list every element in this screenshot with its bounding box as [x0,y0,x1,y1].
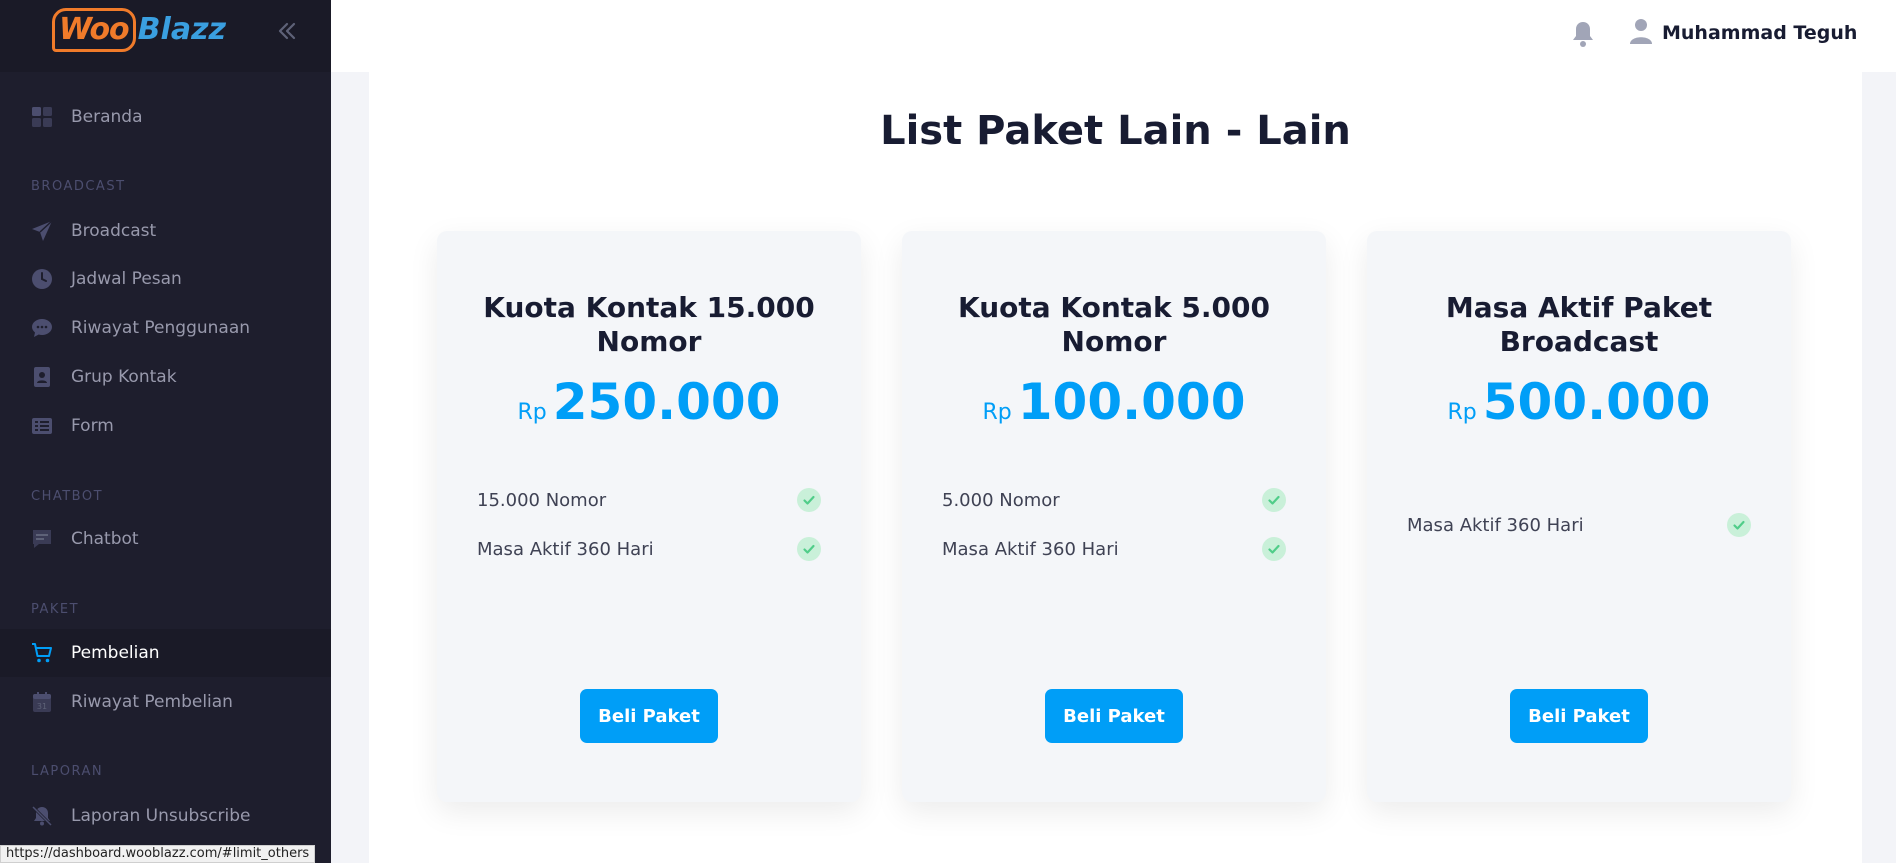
check-icon [797,537,821,561]
svg-text:31: 31 [37,702,47,711]
sidebar-item-pembelian[interactable]: Pembelian [0,629,331,677]
feature-row: Masa Aktif 360 Hari [942,535,1286,563]
feature-label: 5.000 Nomor [942,489,1060,511]
sidebar-item-jadwal-pesan[interactable]: Jadwal Pesan [0,255,331,303]
chat-bubble-icon [31,317,53,339]
check-icon [1727,513,1751,537]
dashboard-icon [31,106,53,128]
buy-package-button[interactable]: Beli Paket [1510,689,1648,743]
feature-label: Masa Aktif 360 Hari [477,538,654,560]
package-card: Kuota Kontak 5.000 Nomor Rp 100.000 5.00… [902,231,1326,802]
sidebar-item-laporan-unsubscribe[interactable]: Laporan Unsubscribe [0,792,331,840]
buy-package-button[interactable]: Beli Paket [580,689,718,743]
clock-icon [31,268,53,290]
package-title: Kuota Kontak 15.000 Nomor [483,291,815,358]
sidebar-item-broadcast[interactable]: Broadcast [0,207,331,255]
logo-blazz-text: Blazz [137,12,226,47]
package-card: Kuota Kontak 15.000 Nomor Rp 250.000 15.… [437,231,861,802]
feature-row: 5.000 Nomor [942,486,1286,514]
buy-package-button[interactable]: Beli Paket [1045,689,1183,743]
sidebar-item-label: Form [71,416,114,436]
status-bar-url: https://dashboard.wooblazz.com/#limit_ot… [0,845,316,863]
feature-label: 15.000 Nomor [477,489,607,511]
sidebar-item-form[interactable]: Form [0,402,331,450]
section-label-laporan: LAPORAN [31,764,104,779]
package-title: Kuota Kontak 5.000 Nomor [958,291,1270,358]
sidebar-item-label: Chatbot [71,529,139,549]
collapse-sidebar-icon[interactable] [274,18,300,44]
calendar-icon: 31 [31,691,53,713]
sidebar-item-label: Pembelian [71,643,160,663]
contact-book-icon [31,366,53,388]
feature-row: 15.000 Nomor [477,486,821,514]
price-currency: Rp [1447,400,1477,425]
sidebar-item-label: Grup Kontak [71,367,177,387]
price-currency: Rp [517,400,547,425]
price-value: 250.000 [552,373,781,431]
sidebar-item-riwayat-penggunaan[interactable]: Riwayat Penggunaan [0,304,331,352]
price-value: 500.000 [1482,373,1711,431]
brand-header: Woo Blazz [0,0,331,72]
price-value: 100.000 [1017,373,1246,431]
section-label-paket: PAKET [31,602,80,617]
user-name: Muhammad Teguh [1662,22,1858,44]
bell-off-icon [31,805,53,827]
section-label-chatbot: CHATBOT [31,489,104,504]
user-menu[interactable]: Muhammad Teguh [1630,18,1857,48]
package-price: Rp 250.000 [437,373,861,431]
section-label-broadcast: BROADCAST [31,179,126,194]
sidebar: Woo Blazz Beranda BROADCAST Broadcast Ja… [0,0,331,863]
package-title: Masa Aktif Paket Broadcast [1445,291,1713,358]
sidebar-item-label: Broadcast [71,221,157,241]
sidebar-item-grup-kontak[interactable]: Grup Kontak [0,353,331,401]
sidebar-item-beranda[interactable]: Beranda [0,93,331,141]
sidebar-item-label: Laporan Unsubscribe [71,806,251,826]
cart-icon [31,642,53,664]
feature-row: Masa Aktif 360 Hari [477,535,821,563]
logo-woo-text: Woo [52,8,136,52]
paper-plane-icon [31,220,53,242]
sidebar-item-label: Beranda [71,107,143,127]
feature-row: Masa Aktif 360 Hari [1407,511,1751,539]
user-avatar-icon [1630,18,1652,48]
package-card: Masa Aktif Paket Broadcast Rp 500.000 Ma… [1367,231,1791,802]
page-title: List Paket Lain - Lain [880,108,1351,154]
package-price: Rp 500.000 [1367,373,1791,431]
sidebar-item-label: Riwayat Penggunaan [71,318,251,338]
sidebar-item-label: Riwayat Pembelian [71,692,233,712]
sidebar-item-label: Jadwal Pesan [71,269,182,289]
sidebar-item-chatbot[interactable]: Chatbot [0,515,331,563]
wooblazz-logo[interactable]: Woo Blazz [52,8,226,52]
check-icon [797,488,821,512]
feature-label: Masa Aktif 360 Hari [1407,514,1584,536]
list-icon [31,415,53,437]
check-icon [1262,537,1286,561]
notification-bell-icon[interactable] [1570,20,1596,48]
package-price: Rp 100.000 [902,373,1326,431]
price-currency: Rp [982,400,1012,425]
feature-label: Masa Aktif 360 Hari [942,538,1119,560]
check-icon [1262,488,1286,512]
sidebar-item-riwayat-pembelian[interactable]: 31 Riwayat Pembelian [0,678,331,726]
message-icon [31,528,53,550]
